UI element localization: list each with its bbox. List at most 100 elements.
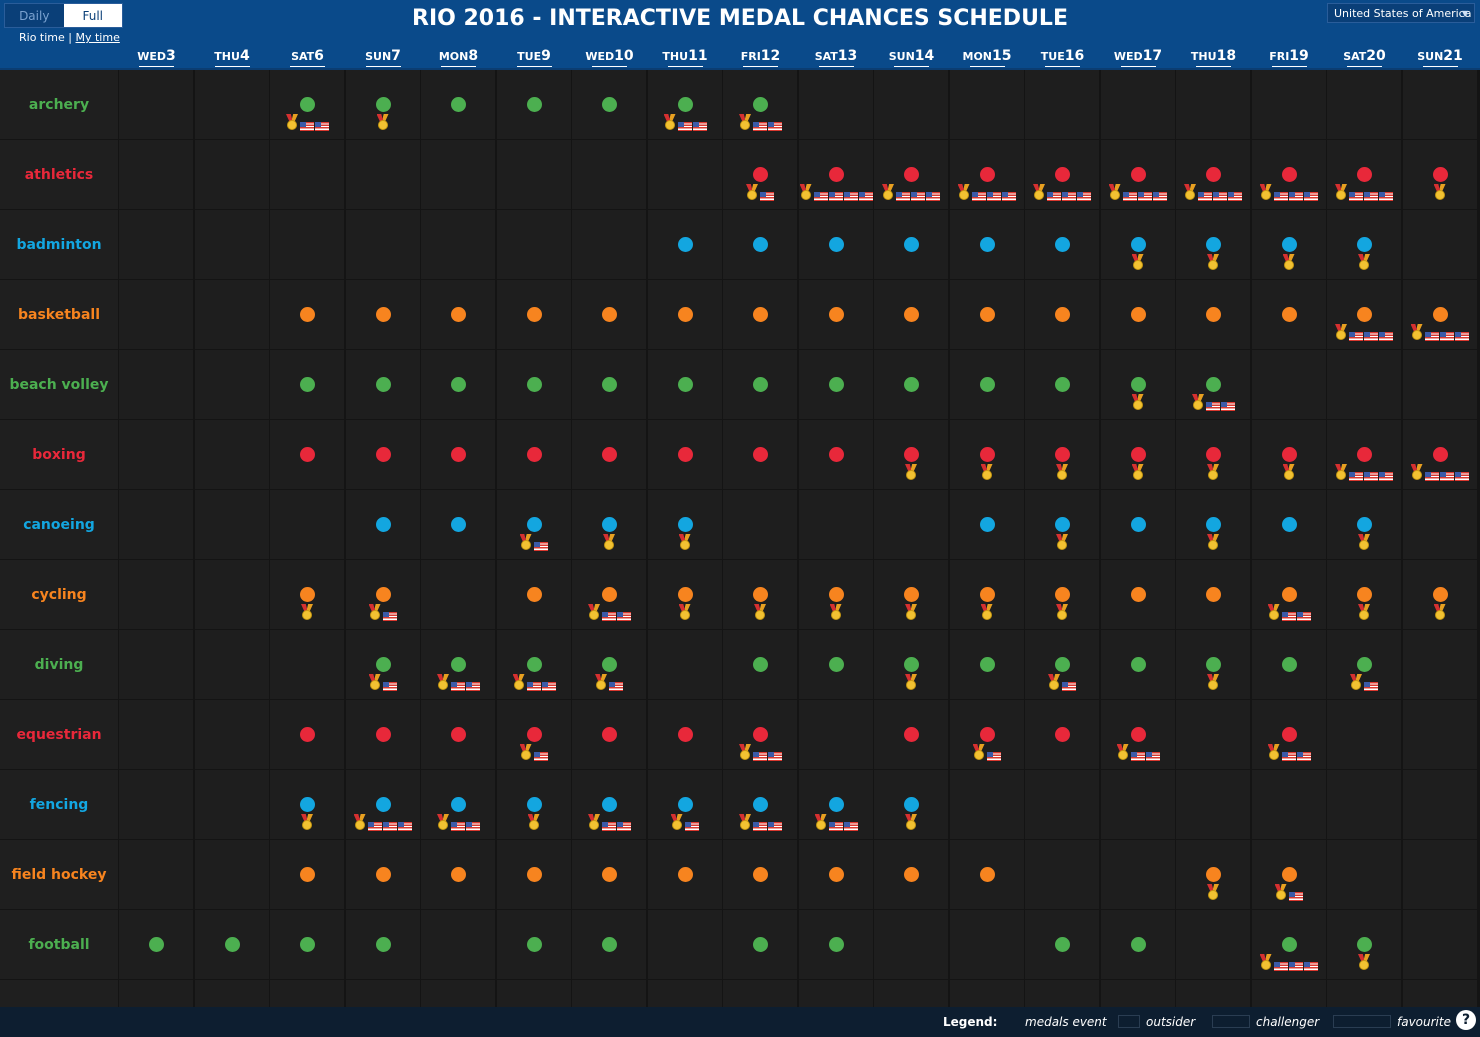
sport-label[interactable]: archery [0,70,118,139]
day-header[interactable]: SAT20 [1327,47,1402,67]
event-dot[interactable] [979,237,995,252]
event-dot[interactable] [677,237,693,252]
day-header[interactable]: WED3 [119,47,194,67]
event-dot[interactable] [753,937,768,952]
event-dot[interactable] [375,97,391,112]
event-dot[interactable] [1432,307,1448,322]
event-dot[interactable] [1206,237,1221,252]
event-dot[interactable] [1055,447,1070,462]
event-dot[interactable] [828,377,844,392]
event-dot[interactable] [300,97,315,112]
event-dot[interactable] [1281,937,1297,952]
event-dot[interactable] [904,727,919,742]
event-dot[interactable] [1281,867,1297,882]
my-time-link[interactable]: My time [76,31,120,44]
event-dot[interactable] [904,447,919,462]
event-dot[interactable] [375,797,391,812]
event-dot[interactable] [526,727,542,742]
event-dot[interactable] [526,587,542,602]
day-header[interactable]: SUN7 [346,47,421,67]
event-dot[interactable] [979,587,995,602]
event-dot[interactable] [1281,447,1297,462]
event-dot[interactable] [1206,447,1221,462]
event-dot[interactable] [1206,657,1221,672]
event-dot[interactable] [602,797,617,812]
sport-label[interactable]: fencing [0,770,118,839]
event-dot[interactable] [1281,657,1297,672]
event-dot[interactable] [1130,937,1146,952]
event-dot[interactable] [451,797,466,812]
event-dot[interactable] [1357,237,1372,252]
event-dot[interactable] [1130,447,1146,462]
event-dot[interactable] [828,587,844,602]
event-dot[interactable] [979,517,995,532]
event-dot[interactable] [753,657,768,672]
event-dot[interactable] [1055,167,1070,182]
event-dot[interactable] [602,867,617,882]
event-dot[interactable] [451,727,466,742]
event-dot[interactable] [375,307,391,322]
event-dot[interactable] [602,517,617,532]
event-dot[interactable] [1055,727,1070,742]
event-dot[interactable] [451,657,466,672]
event-dot[interactable] [526,797,542,812]
sport-label[interactable]: canoeing [0,490,118,559]
event-dot[interactable] [753,727,768,742]
event-dot[interactable] [300,867,315,882]
event-dot[interactable] [375,727,391,742]
event-dot[interactable] [149,937,164,952]
event-dot[interactable] [526,447,542,462]
event-dot[interactable] [300,307,315,322]
event-dot[interactable] [677,727,693,742]
event-dot[interactable] [677,377,693,392]
event-dot[interactable] [1357,937,1372,952]
event-dot[interactable] [828,867,844,882]
event-dot[interactable] [979,657,995,672]
event-dot[interactable] [451,377,466,392]
day-header[interactable]: TUE9 [497,47,572,67]
event-dot[interactable] [904,657,919,672]
event-dot[interactable] [526,867,542,882]
event-dot[interactable] [828,657,844,672]
event-dot[interactable] [375,517,391,532]
event-dot[interactable] [526,657,542,672]
event-dot[interactable] [677,97,693,112]
event-dot[interactable] [904,307,919,322]
event-dot[interactable] [1357,167,1372,182]
event-dot[interactable] [451,517,466,532]
event-dot[interactable] [375,377,391,392]
sport-label[interactable]: diving [0,630,118,699]
event-dot[interactable] [1206,307,1221,322]
event-dot[interactable] [904,587,919,602]
event-dot[interactable] [602,727,617,742]
event-dot[interactable] [1055,657,1070,672]
event-dot[interactable] [1055,937,1070,952]
event-dot[interactable] [677,587,693,602]
event-dot[interactable] [1432,447,1448,462]
event-dot[interactable] [677,447,693,462]
sport-label[interactable]: field hockey [0,840,118,909]
event-dot[interactable] [1130,517,1146,532]
event-dot[interactable] [1055,377,1070,392]
event-dot[interactable] [300,797,315,812]
event-dot[interactable] [526,307,542,322]
sport-label[interactable]: equestrian [0,700,118,769]
event-dot[interactable] [1130,657,1146,672]
event-dot[interactable] [828,447,844,462]
day-header[interactable]: MON15 [950,47,1025,67]
event-dot[interactable] [375,447,391,462]
event-dot[interactable] [1357,657,1372,672]
event-dot[interactable] [828,797,844,812]
event-dot[interactable] [602,937,617,952]
event-dot[interactable] [753,587,768,602]
event-dot[interactable] [1206,517,1221,532]
event-dot[interactable] [1281,167,1297,182]
event-dot[interactable] [1130,377,1146,392]
event-dot[interactable] [1432,587,1448,602]
event-dot[interactable] [828,937,844,952]
event-dot[interactable] [602,377,617,392]
event-dot[interactable] [1281,237,1297,252]
event-dot[interactable] [904,167,919,182]
event-dot[interactable] [677,797,693,812]
event-dot[interactable] [904,237,919,252]
